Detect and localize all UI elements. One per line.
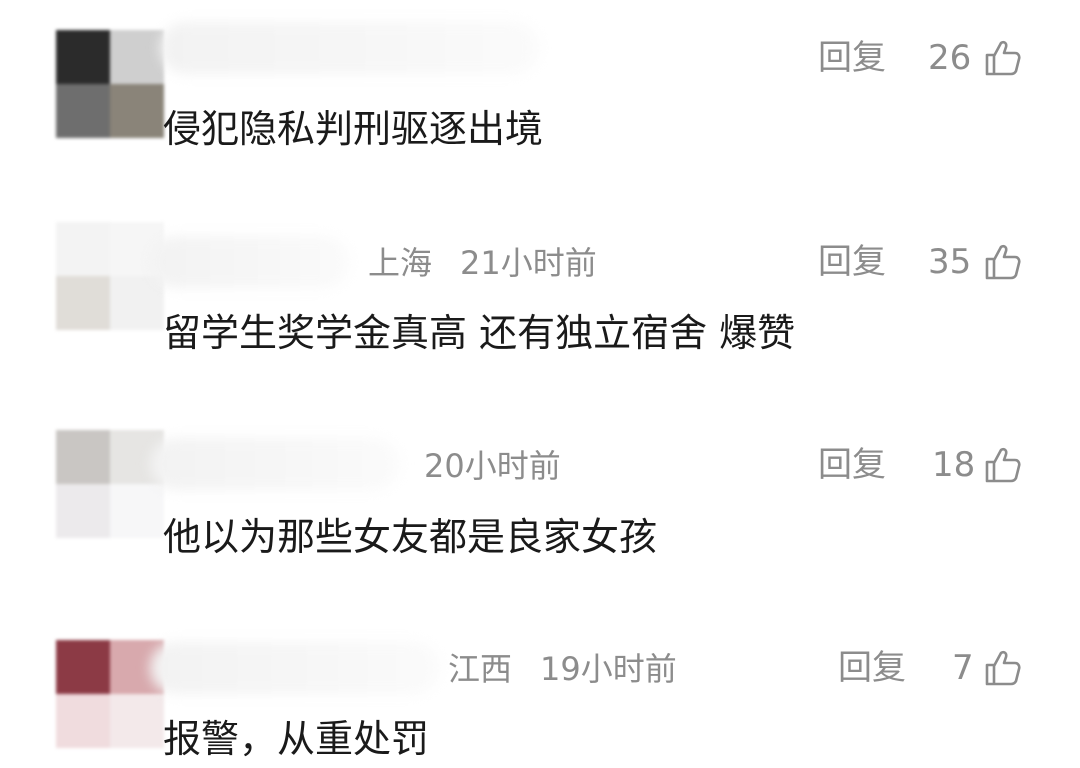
- like-count: 35: [928, 242, 972, 282]
- reply-button[interactable]: 回复: [838, 648, 906, 688]
- comment-text: 留学生奖学金真高 还有独立宿舍 爆赞: [163, 311, 796, 355]
- comment-time: 20小时前: [424, 447, 561, 485]
- username-blurred[interactable]: [160, 22, 540, 74]
- like-count: 7: [952, 648, 974, 688]
- reply-button[interactable]: 回复: [818, 38, 886, 78]
- thumb-up-icon[interactable]: [982, 242, 1022, 282]
- reply-button[interactable]: 回复: [818, 242, 886, 282]
- comment-time: 21小时前: [460, 244, 597, 282]
- comment-location: 上海: [368, 244, 433, 282]
- comment-location: 江西: [448, 650, 513, 688]
- avatar[interactable]: [56, 30, 166, 140]
- username-blurred[interactable]: [150, 438, 400, 490]
- username-blurred[interactable]: [150, 642, 440, 694]
- comment-text: 他以为那些女友都是良家女孩: [163, 515, 658, 559]
- username-blurred[interactable]: [150, 236, 350, 288]
- thumb-up-icon[interactable]: [982, 38, 1022, 78]
- like-count: 18: [932, 445, 976, 485]
- avatar[interactable]: [56, 222, 166, 332]
- comment-text: 侵犯隐私判刑驱逐出境: [163, 107, 544, 151]
- comment-time: 19小时前: [540, 650, 677, 688]
- comment-text: 报警，从重处罚: [163, 717, 430, 761]
- avatar[interactable]: [56, 640, 166, 750]
- thumb-up-icon[interactable]: [982, 445, 1022, 485]
- reply-button[interactable]: 回复: [818, 445, 886, 485]
- avatar[interactable]: [56, 430, 166, 540]
- thumb-up-icon[interactable]: [982, 648, 1022, 688]
- like-count: 26: [928, 38, 972, 78]
